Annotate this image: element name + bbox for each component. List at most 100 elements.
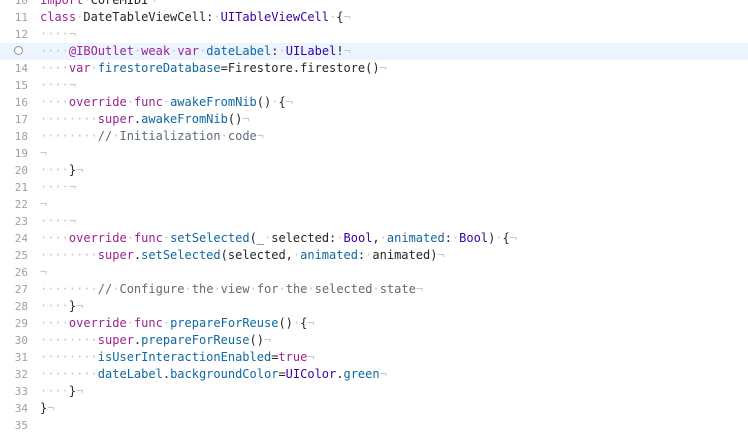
line-number: 29 xyxy=(14,317,28,330)
code-token: · xyxy=(162,95,171,109)
code-token: ! xyxy=(336,44,344,58)
code-text[interactable]: ········dateLabel.backgroundColor=UIColo… xyxy=(40,366,387,383)
code-line[interactable]: 17 ········super.awakeFromNib()¬ xyxy=(0,111,748,128)
code-text[interactable]: ········super.setSelected(selected,·anim… xyxy=(40,247,445,264)
code-line[interactable]: 12 ····¬ xyxy=(0,26,748,43)
code-token: ···· xyxy=(40,299,69,313)
line-number: 31 xyxy=(14,351,28,364)
code-line[interactable]: ····@IBOutlet·weak·var·dateLabel:·UILabe… xyxy=(0,43,748,60)
code-token: ¬ xyxy=(509,231,517,245)
code-line[interactable]: 22 ¬ xyxy=(0,196,748,213)
line-number: 16 xyxy=(14,96,28,109)
code-token: ···· xyxy=(40,214,69,228)
code-token: animated) xyxy=(372,248,438,262)
code-text[interactable]: ········super.awakeFromNib()¬ xyxy=(40,111,250,128)
code-line[interactable]: 25 ········super.setSelected(selected,·an… xyxy=(0,247,748,264)
code-token: · xyxy=(213,282,221,296)
code-line[interactable]: 14 ····var·firestoreDatabase=Firestore.fi… xyxy=(0,60,748,77)
code-token: prepareForReuse xyxy=(170,316,279,330)
code-line[interactable]: 24 ····override·func·setSelected(_·select… xyxy=(0,230,748,247)
code-token: ¬ xyxy=(68,78,77,92)
code-line[interactable]: 27 ········//·Configure·the·view·for·the·… xyxy=(0,281,748,298)
breakpoint-circle-icon[interactable] xyxy=(14,46,23,55)
code-text[interactable]: ····var·firestoreDatabase=Firestore.fire… xyxy=(40,60,387,77)
code-text[interactable]: ¬ xyxy=(40,145,47,162)
code-text[interactable]: ····}¬ xyxy=(40,162,83,179)
code-text[interactable]: ········isUserInteractionEnabled=true¬ xyxy=(40,349,315,366)
code-token: · xyxy=(90,61,98,75)
code-token: ···· xyxy=(40,316,69,330)
code-line[interactable]: 16 ····override·func·awakeFromNib()·{¬ xyxy=(0,94,748,111)
code-text[interactable]: ¬ xyxy=(40,264,47,281)
code-line[interactable]: 23 ····¬ xyxy=(0,213,748,230)
code-token: Configure xyxy=(119,282,185,296)
code-text[interactable]: ····}¬ xyxy=(40,383,83,400)
code-token: , xyxy=(372,231,380,245)
code-token: weak xyxy=(141,44,171,58)
code-token: ¬ xyxy=(307,350,315,364)
code-line[interactable]: 26 ¬ xyxy=(0,264,748,281)
code-token: . xyxy=(162,367,171,381)
code-text[interactable]: ········//·Initialization·code¬ xyxy=(40,128,264,145)
code-line[interactable]: 20 ····}¬ xyxy=(0,162,748,179)
code-line[interactable]: 34}¬ xyxy=(0,400,748,417)
code-token: ···· xyxy=(40,95,69,109)
code-line[interactable]: 11 class·DateTableViewCell:·UITableViewCe… xyxy=(0,9,748,26)
line-number: 14 xyxy=(14,62,28,75)
line-number: 17 xyxy=(14,113,28,126)
code-text[interactable]: ····¬ xyxy=(40,179,76,196)
code-text[interactable]: ····override·func·prepareForReuse()·{¬ xyxy=(40,315,315,332)
code-token: { xyxy=(502,231,510,245)
code-token: state xyxy=(379,282,416,296)
code-token: ···· xyxy=(40,44,69,58)
code-text[interactable]: import·CoreMIDI¬ xyxy=(40,0,156,9)
code-token: the xyxy=(285,282,308,296)
code-token: UILabel xyxy=(285,44,337,58)
code-line[interactable]: 18 ········//·Initialization·code¬ xyxy=(0,128,748,145)
line-number: 22 xyxy=(14,198,28,211)
code-token: UITableViewCell xyxy=(220,10,330,24)
code-token: super xyxy=(97,248,134,262)
code-text[interactable]: ¬ xyxy=(40,196,47,213)
code-text[interactable]: ····override·func·awakeFromNib()·{¬ xyxy=(40,94,293,111)
code-token: ¬ xyxy=(307,316,315,330)
code-token: dateLabel xyxy=(97,367,163,381)
code-text[interactable]: ····¬ xyxy=(40,77,76,94)
line-number: 21 xyxy=(14,181,28,194)
code-line[interactable]: 35 xyxy=(0,417,748,434)
code-text[interactable]: ····¬ xyxy=(40,213,76,230)
code-line[interactable]: 10 import·CoreMIDI¬ xyxy=(0,0,748,9)
code-token: · xyxy=(278,44,286,58)
code-token: dateLabel xyxy=(206,44,272,58)
code-token: import xyxy=(40,0,84,7)
code-line[interactable]: 32 ········dateLabel.backgroundColor=UICo… xyxy=(0,366,748,383)
code-editor[interactable]: 10 import·CoreMIDI¬ 11 class·DateTableViewC… xyxy=(0,0,748,434)
code-token: selected xyxy=(314,282,373,296)
code-text[interactable]: }¬ xyxy=(40,400,54,417)
code-text[interactable]: class·DateTableViewCell:·UITableViewCell… xyxy=(40,9,351,26)
code-text[interactable]: ····¬ xyxy=(40,26,76,43)
code-token: override xyxy=(68,316,127,330)
line-number: 15 xyxy=(14,79,28,92)
code-token: ¬ xyxy=(68,180,77,194)
code-token: ········ xyxy=(40,350,98,364)
code-token: awakeFromNib xyxy=(170,95,257,109)
code-token: · xyxy=(126,316,134,330)
code-line[interactable]: 15 ····¬ xyxy=(0,77,748,94)
code-line[interactable]: 31 ········isUserInteractionEnabled=true¬ xyxy=(0,349,748,366)
code-token: Bool xyxy=(343,231,373,245)
code-text[interactable]: ····@IBOutlet·weak·var·dateLabel:·UILabe… xyxy=(40,43,351,60)
code-line[interactable]: 30 ········super.prepareForReuse()¬ xyxy=(0,332,748,349)
code-text[interactable]: ········super.prepareForReuse()¬ xyxy=(40,332,271,349)
line-number: 26 xyxy=(14,266,28,279)
code-line[interactable]: 21 ····¬ xyxy=(0,179,748,196)
code-text[interactable]: ········//·Configure·the·view·for·the·se… xyxy=(40,281,423,298)
code-line[interactable]: 33 ····}¬ xyxy=(0,383,748,400)
code-line[interactable]: 19 ¬ xyxy=(0,145,748,162)
code-token: the xyxy=(191,282,214,296)
code-text[interactable]: ····override·func·setSelected(_·selected… xyxy=(40,230,517,247)
code-token: ¬ xyxy=(76,163,84,177)
code-line[interactable]: 28 ····}¬ xyxy=(0,298,748,315)
code-line[interactable]: 29 ····override·func·prepareForReuse()·{¬ xyxy=(0,315,748,332)
code-text[interactable]: ····}¬ xyxy=(40,298,83,315)
